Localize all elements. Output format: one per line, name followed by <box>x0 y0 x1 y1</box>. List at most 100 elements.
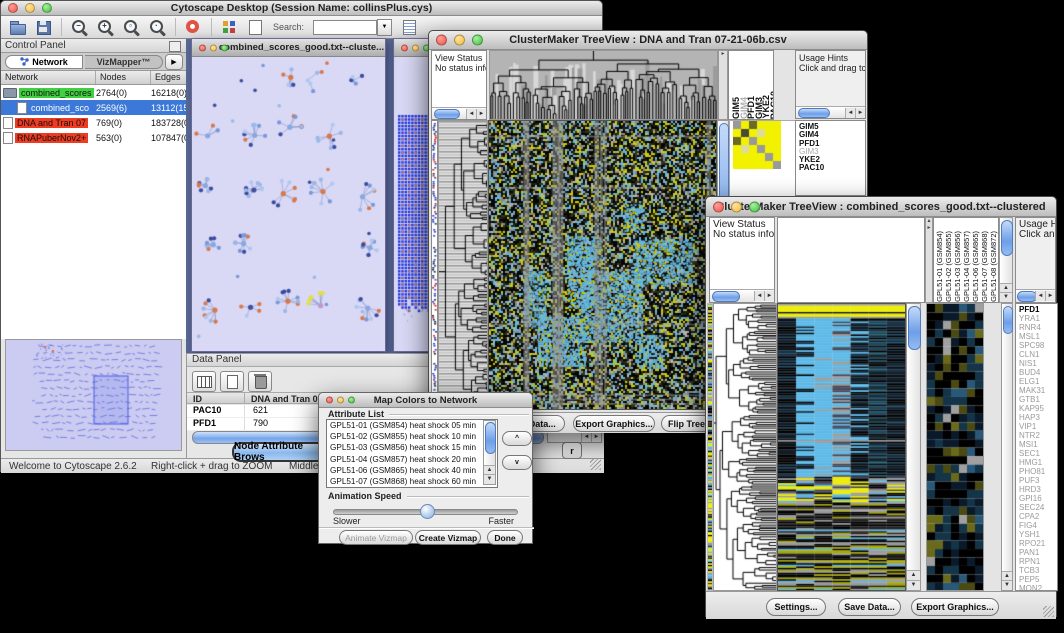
tv1-row-dendrogram[interactable] <box>438 120 488 410</box>
view-status-scrollbar[interactable]: ◄► <box>710 289 774 302</box>
network-view-canvas[interactable] <box>192 57 381 350</box>
new-attribute-icon[interactable] <box>220 371 244 392</box>
tv2-detail-vscrollbar[interactable]: ▲ ▼ <box>1001 303 1013 591</box>
array-column-label[interactable]: PFD1 <box>746 96 754 119</box>
array-column-label[interactable]: GIM4 <box>739 97 747 119</box>
gene-label[interactable]: FIG4 <box>1019 521 1057 530</box>
zoom-window-icon[interactable] <box>749 201 760 212</box>
attribute-list-scrollbar[interactable]: ▲ ▼ <box>483 420 496 485</box>
zoom-out-icon[interactable]: − <box>71 19 88 35</box>
move-up-button[interactable]: ^ <box>502 431 532 446</box>
array-column-label[interactable]: PAC10 <box>769 91 775 119</box>
slider-thumb[interactable] <box>420 504 435 519</box>
tv2-heatmap[interactable] <box>777 303 906 591</box>
scroll-right-icon[interactable]: ► <box>855 108 865 118</box>
array-column-label[interactable]: GPL51-06 (GSM865) <box>971 231 980 302</box>
save-data-button[interactable]: Save Data... <box>838 598 901 616</box>
window-controls[interactable] <box>8 3 52 13</box>
gene-label[interactable]: TCB3 <box>1019 566 1057 575</box>
network-row[interactable]: DNA and Tran 07 769(0) 183728(0) <box>1 115 186 130</box>
array-column-label[interactable]: GPL51-01 (GSM854) <box>935 231 944 302</box>
tab-overflow-arrow[interactable]: ▶ <box>165 54 183 70</box>
gene-label[interactable]: MAK31 <box>1019 386 1057 395</box>
col-edges[interactable]: Edges <box>151 71 186 84</box>
scroll-down-icon[interactable]: ▼ <box>1002 580 1012 590</box>
settings-button[interactable]: Settings... <box>766 598 826 616</box>
scroll-up-icon[interactable]: ▲ <box>907 570 920 580</box>
scroll-left-icon[interactable]: ◄ <box>466 109 476 119</box>
usage-hints-scrollbar[interactable]: ◄► <box>1016 289 1055 302</box>
array-column-label[interactable]: GPL51-08 (GSM872) <box>989 231 998 302</box>
array-column-label[interactable]: GPL51-02 (GSM855) <box>944 231 953 302</box>
zoom-window-icon[interactable] <box>472 35 483 46</box>
zoom-window-icon[interactable] <box>221 44 228 51</box>
gene-label[interactable]: RNR4 <box>1019 323 1057 332</box>
gene-label[interactable]: HMG1 <box>1019 458 1057 467</box>
view-status-scrollbar[interactable]: ◄► <box>432 107 486 119</box>
array-column-label[interactable]: YKE2 <box>761 95 769 119</box>
col-nodes[interactable]: Nodes <box>96 71 151 84</box>
gene-label[interactable]: MON2 <box>1019 584 1057 591</box>
close-icon[interactable] <box>8 3 18 13</box>
save-session-icon[interactable] <box>35 19 52 35</box>
close-icon[interactable] <box>436 35 447 46</box>
search-dropdown-icon[interactable]: ▼ <box>377 19 392 36</box>
scroll-down-icon[interactable]: ▼ <box>907 580 920 590</box>
scroll-right-icon[interactable]: ► <box>591 432 601 442</box>
gene-label[interactable]: VIP1 <box>1019 422 1057 431</box>
attribute-list-item[interactable]: GPL51-07 (GSM868) heat shock 60 min <box>327 476 497 487</box>
export-graphics-button[interactable]: Export Graphics... <box>911 598 999 616</box>
gene-label[interactable]: HAP3 <box>1019 413 1057 422</box>
attribute-list[interactable]: GPL51-01 (GSM854) heat shock 05 minGPL51… <box>326 419 498 488</box>
gene-label[interactable]: YSH1 <box>1019 530 1057 539</box>
array-column-label[interactable]: GPL51-04 (GSM857) <box>962 231 971 302</box>
network-row[interactable]: RNAPuberNov2+ 563(0) 107847(0) <box>1 130 186 145</box>
gene-label[interactable]: NTR2 <box>1019 431 1057 440</box>
scroll-left-icon[interactable]: ◄ <box>1035 291 1045 301</box>
tab-network[interactable]: Network <box>5 55 83 69</box>
network-row[interactable]: combined_scores 2764(0) 16218(0) <box>1 85 186 100</box>
tv1-col-splitter[interactable]: ▸ <box>718 50 728 120</box>
animation-speed-slider[interactable] <box>333 509 518 515</box>
annotation-icon[interactable] <box>247 19 264 35</box>
minimize-icon[interactable] <box>454 35 465 46</box>
gene-label[interactable]: RPN1 <box>1019 557 1057 566</box>
close-icon[interactable] <box>401 44 408 51</box>
attribute-list-item[interactable]: GPL51-04 (GSM857) heat shock 20 min <box>327 454 497 465</box>
export-graphics-button[interactable]: Export Graphics... <box>573 415 655 432</box>
tv2-row-dendrogram[interactable] <box>713 303 777 591</box>
attribute-list-item[interactable]: GPL51-06 (GSM865) heat shock 40 min <box>327 465 497 476</box>
resize-grip[interactable] <box>590 459 601 470</box>
tv1-column-dendrogram[interactable] <box>489 50 718 120</box>
gene-label[interactable]: RPO21 <box>1019 539 1057 548</box>
scroll-down-icon[interactable]: ▼ <box>484 474 495 484</box>
scroll-left-icon[interactable]: ◄ <box>845 108 855 118</box>
minimize-icon[interactable] <box>731 201 742 212</box>
create-vizmap-button[interactable]: Create Vizmap <box>415 530 481 545</box>
array-column-label[interactable]: GIM5 <box>731 97 739 119</box>
gene-label[interactable]: PAN1 <box>1019 548 1057 557</box>
tv2-col-splitter[interactable]: ▴▸ <box>925 217 933 303</box>
tv1-summary-matrix[interactable] <box>733 121 781 169</box>
gene-label[interactable]: BUD4 <box>1019 368 1057 377</box>
close-icon[interactable] <box>199 44 206 51</box>
gene-label[interactable]: SPC98 <box>1019 341 1057 350</box>
scroll-left-icon[interactable]: ◄ <box>754 291 764 301</box>
gene-label[interactable]: PFD1 <box>1019 305 1057 314</box>
gene-label[interactable]: CPA2 <box>1019 512 1057 521</box>
help-lifesaver-icon[interactable] <box>185 19 202 35</box>
network-overview-canvas[interactable] <box>6 340 181 450</box>
network-row[interactable]: combined_sco 2569(6) 13112(15) <box>1 100 186 115</box>
array-column-label[interactable]: GPL51-07 (GSM868) <box>980 231 989 302</box>
resize-grip[interactable] <box>1043 606 1054 617</box>
tv2-labels-vscrollbar[interactable]: ▲ ▼ <box>999 217 1013 303</box>
gene-label[interactable]: HRD3 <box>1019 485 1057 494</box>
attribute-table-icon[interactable] <box>192 371 216 392</box>
gene-label[interactable]: MSL1 <box>1019 332 1057 341</box>
gene-label[interactable]: SEC1 <box>1019 449 1057 458</box>
gene-label[interactable]: ELG1 <box>1019 377 1057 386</box>
gene-label[interactable]: PUF3 <box>1019 476 1057 485</box>
gene-label[interactable]: GPI16 <box>1019 494 1057 503</box>
move-down-button[interactable]: v <box>502 455 532 470</box>
tv1-heatmap[interactable] <box>488 120 717 410</box>
